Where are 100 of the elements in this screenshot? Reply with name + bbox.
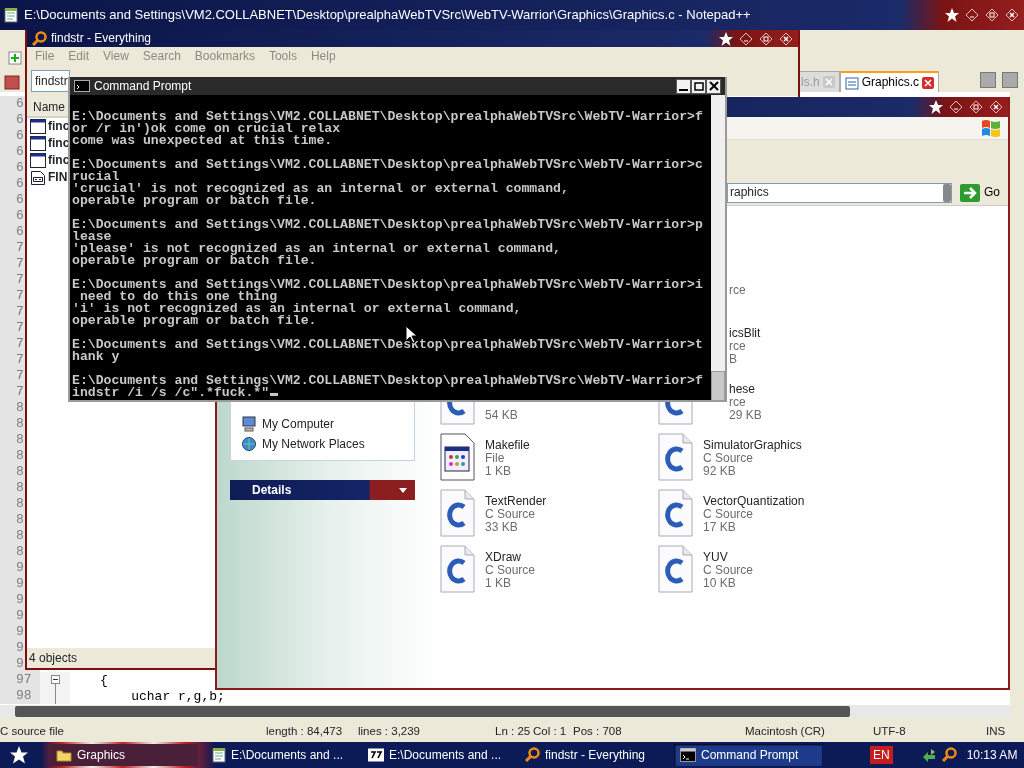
terminal-line: E:\Documents and Settings\VM2.COLLABNET\Desktop\prealphaWebTVSrc\WebTV-Warrior>i	[72, 277, 703, 292]
file-icon	[844, 75, 859, 90]
file-type: C Source	[485, 564, 536, 577]
taskbar-button[interactable]: Graphics	[50, 744, 198, 766]
caret-icon	[399, 487, 407, 493]
file-name[interactable]: Makefile	[485, 439, 530, 452]
start-button[interactable]	[8, 744, 30, 766]
file-name[interactable]: FIN	[48, 170, 68, 185]
taskbar-button[interactable]: E:\Documents and ...	[206, 744, 354, 766]
archive-icon	[368, 748, 384, 762]
minimize-icon	[679, 88, 688, 91]
file-type: C Source	[485, 508, 537, 521]
file-type: rce	[729, 284, 746, 297]
code-line: uchar r,g,b;	[130, 688, 225, 704]
taskbar-button[interactable]: E:\Documents and ...	[362, 744, 510, 766]
status-text: length : 84,473	[266, 725, 344, 739]
terminal-line: 'crucial' is not recognized as an internal or external command,	[72, 181, 569, 196]
file-name[interactable]: hese	[729, 383, 762, 396]
status-text: INS	[986, 725, 1006, 739]
language-indicator[interactable]: EN	[870, 745, 893, 765]
file-type: C Source	[703, 564, 754, 577]
go-button[interactable]: Go	[956, 183, 1004, 202]
computer-icon	[241, 416, 257, 432]
code-line: {	[99, 672, 108, 688]
line-number: 98	[0, 688, 40, 704]
terminal-line: E:\Documents and Settings\VM2.COLLABNET\Desktop\prealphaWebTVSrc\WebTV-Warrior>f	[72, 373, 703, 388]
c-file-icon	[439, 489, 475, 537]
file-size: 17 KB	[703, 521, 737, 534]
notepad-icon	[212, 747, 226, 763]
file-name[interactable]: finc	[48, 153, 70, 168]
terminal-line: E:\Documents and Settings\VM2.COLLABNET\Desktop\prealphaWebTVSrc\WebTV-Warrior>t	[72, 337, 703, 352]
search-icon	[524, 747, 540, 763]
status-text: UTF-8	[873, 725, 907, 739]
place-link[interactable]: My Network Places	[262, 436, 365, 452]
notepad-icon	[4, 7, 18, 23]
file-name[interactable]: VectorQuantization	[703, 495, 805, 508]
maximize-button[interactable]	[691, 78, 706, 94]
maximize-button[interactable]	[758, 30, 774, 47]
logo-icon	[980, 118, 1002, 138]
close-icon	[922, 76, 935, 89]
file-size: 92 KB	[703, 465, 737, 478]
file-size: 1 KB	[485, 465, 512, 478]
editor-tab[interactable]: Graphics.c	[839, 71, 940, 92]
close-button[interactable]	[706, 78, 721, 94]
file-type: C Source	[703, 452, 754, 465]
star-icon	[928, 99, 944, 115]
file-size: 29 KB	[729, 409, 762, 422]
window-title: Command Prompt	[94, 78, 193, 94]
search-icon[interactable]	[940, 747, 957, 763]
c-file-icon	[439, 401, 475, 425]
file-size: 1 KB	[485, 577, 512, 590]
window-icon	[30, 136, 46, 151]
column-header[interactable]: Name	[27, 96, 70, 118]
status-text: Macintosh (CR)	[745, 725, 826, 739]
folder-icon	[56, 748, 72, 762]
close-button[interactable]	[778, 30, 794, 47]
network-icon	[241, 436, 257, 452]
search-icon	[31, 30, 47, 47]
file-name[interactable]: YUV	[703, 551, 754, 564]
window-icon	[30, 119, 46, 134]
status-text: Col : 1	[533, 725, 568, 739]
new-file-icon[interactable]	[8, 51, 22, 65]
details-header[interactable]: Details	[230, 480, 415, 500]
window-title: E:\Documents and Settings\VM2.COLLABNET\Desktop\prealphaWebTVSrc\WebTV-Warrior\Graphics\Graphics.c - Notepad++	[24, 7, 752, 23]
terminal-line: E:\Documents and Settings\VM2.COLLABNET\Desktop\prealphaWebTVSrc\WebTV-Warrior>c	[72, 157, 703, 172]
file-type: File	[485, 452, 506, 465]
text-cursor	[270, 393, 279, 396]
file-size: B	[729, 353, 738, 366]
file-name[interactable]: icsBlit	[729, 327, 761, 340]
search-field[interactable]: findstr	[31, 70, 70, 92]
taskbar-button[interactable]: findstr - Everything	[518, 744, 666, 766]
file-size: 54 KB	[485, 409, 518, 422]
file-type: rce	[729, 396, 747, 409]
place-link[interactable]: My Computer	[262, 416, 335, 432]
status-text: Ln : 25	[495, 725, 532, 739]
terminal-line: lease	[72, 229, 112, 244]
window-title: findstr - Everything	[51, 31, 153, 46]
clock: 10:13 AM	[966, 747, 1018, 763]
c-file-icon	[657, 401, 693, 425]
file-name[interactable]: finc	[48, 136, 70, 151]
fold-line	[54, 688, 56, 704]
c-file-icon	[657, 433, 693, 481]
file-type: rce	[729, 340, 747, 353]
close-icon	[822, 76, 835, 88]
tab-file-icon	[4, 74, 20, 90]
terminal-line: rucial	[72, 169, 120, 184]
file-size: 33 KB	[485, 521, 519, 534]
address-field[interactable]: raphics	[727, 182, 952, 203]
star-icon	[718, 30, 734, 47]
file-name[interactable]: XDraw	[485, 551, 536, 564]
taskbar-button[interactable]: Command Prompt	[674, 744, 822, 766]
file-size: 10 KB	[703, 577, 737, 590]
terminal-line: 'please' is not recognized as an internal or external command,	[72, 241, 561, 256]
file-name[interactable]: TextRender	[485, 495, 547, 508]
makefile-icon	[439, 433, 475, 481]
minimize-button[interactable]	[738, 30, 754, 47]
c-file-icon	[657, 489, 693, 537]
file-name[interactable]: SimulatorGraphics	[703, 439, 802, 452]
file-name[interactable]: finc	[48, 119, 70, 134]
minimize-button[interactable]	[676, 78, 691, 94]
